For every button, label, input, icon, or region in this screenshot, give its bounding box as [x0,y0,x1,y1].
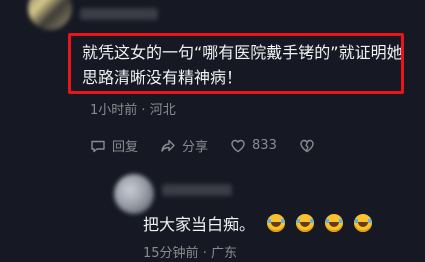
laugh-cry-emoji [325,214,344,232]
like-count: 833 [252,138,277,153]
commenter-avatar[interactable] [28,0,72,30]
reply-time: 15分钟前 [143,246,199,261]
meta-separator: · [141,103,150,118]
laugh-cry-emoji [296,214,315,232]
comment-location: 河北 [149,103,176,118]
comment-actions: 回复 分享 833 [90,136,343,155]
dislike-icon [300,139,314,152]
reply-label: 回复 [112,140,139,155]
dislike-button[interactable] [299,138,321,154]
reply-icon [91,140,105,152]
highlight-box [68,33,404,94]
laugh-cry-emoji [267,214,286,232]
like-icon [231,139,245,152]
meta-separator: · [202,246,211,261]
reply-text: 把大家当白痴。 [143,215,256,234]
commenter-name-blurred [80,8,158,20]
share-label: 分享 [182,140,209,155]
reply-button[interactable]: 回复 [90,136,138,155]
comment-time: 1小时前 [90,103,138,118]
reply-meta: 15分钟前 · 广东 [143,242,237,261]
reply-content: 把大家当白痴。 [143,211,373,235]
like-button[interactable]: 833 [230,138,277,154]
reply-location: 广东 [210,246,237,261]
laugh-cry-emoji [354,214,373,232]
share-button[interactable]: 分享 [160,136,208,155]
share-icon [161,139,175,152]
comment-meta: 1小时前 · 河北 [90,99,176,118]
replier-name-blurred [162,184,232,196]
replier-avatar[interactable] [114,174,154,214]
